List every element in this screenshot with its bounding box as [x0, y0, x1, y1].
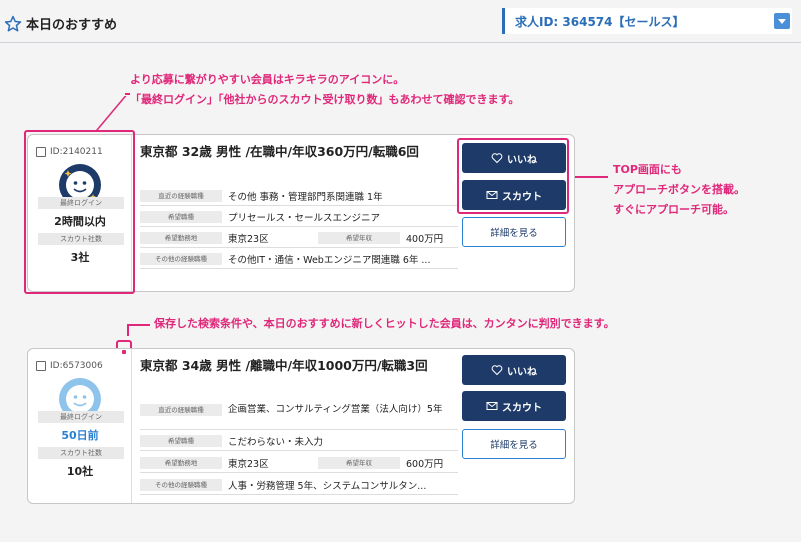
detail-value: 600万円 [406, 459, 444, 470]
scout-count-value: 10社 [66, 465, 94, 478]
page-title-text: 本日のおすすめ [26, 18, 118, 33]
scout-button-label: スカウト [502, 402, 542, 414]
detail-row: 希望職種 プリセールス・セールスエンジニア [140, 208, 458, 227]
detail-label: 希望勤務地 [140, 457, 222, 469]
detail-label: 希望年収 [318, 457, 400, 469]
annotation-connector [96, 96, 127, 130]
new-marker [122, 350, 126, 354]
detail-row: 希望勤務地 東京23区 希望年収 600万円 [140, 454, 458, 473]
star-icon[interactable] [4, 15, 22, 33]
scout-count-label: スカウト社数 [38, 447, 124, 459]
detail-value: 企画営業、コンサルティング営業（法人向け）5年 [228, 404, 443, 415]
annotation-right-line1: TOP画面にも [613, 163, 682, 176]
annotation-right-line3: すぐにアプローチ可能。 [613, 203, 734, 216]
detail-label: その他の経験職種 [140, 253, 222, 265]
last-login-value: 50日前 [61, 429, 99, 442]
annotation-top-line2: 「最終ログイン」「他社からのスカウト受け取り数」もあわせて確認できます。 [130, 93, 520, 106]
detail-button[interactable]: 詳細を見る [462, 429, 566, 459]
candidate-summary: ID:6573006 最終ログイン 50日前 スカウト社数 10社 [28, 349, 132, 503]
detail-value: 東京23区 [228, 234, 269, 245]
candidate-title[interactable]: 東京都 34歳 男性 /離職中/年収1000万円/転職3回 [140, 355, 454, 376]
like-button-label: いいね [507, 366, 537, 378]
heart-icon [491, 365, 503, 376]
header-divider [0, 42, 801, 43]
detail-label: 希望勤務地 [140, 232, 222, 244]
job-select-label: 求人ID: 364574【セールス】 [515, 14, 685, 29]
job-select[interactable]: 求人ID: 364574【セールス】 [502, 8, 792, 34]
annotation-right: TOP画面にも アプローチボタンを搭載。 すぐにアプローチ可能。 [613, 160, 745, 220]
like-button[interactable]: いいね [462, 355, 566, 385]
detail-row: 直近の経験職種 その他 事務・管理部門系関連職 1年 [140, 187, 458, 206]
detail-value: その他IT・通信・Webエンジニア関連職 6年 ... [228, 255, 431, 266]
candidate-title[interactable]: 東京都 32歳 男性 /在職中/年収360万円/転職6回 [140, 141, 454, 162]
annotation-top: より応募に繋がりやすい会員はキラキラのアイコンに。 「最終ログイン」「他社からの… [130, 70, 519, 110]
annotation-connector [128, 324, 150, 326]
last-login-label: 最終ログイン [38, 411, 124, 423]
detail-row: その他の経験職種 その他IT・通信・Webエンジニア関連職 6年 ... [140, 250, 458, 269]
annotation-top-line1: より応募に繋がりやすい会員はキラキラのアイコンに。 [130, 73, 405, 86]
detail-row: その他の経験職種 人事・労務管理 5年、システムコンサルタン... [140, 476, 458, 495]
annotation-connector [127, 324, 129, 336]
annotation-right-line2: アプローチボタンを搭載。 [613, 183, 745, 196]
chevron-down-icon[interactable] [774, 13, 790, 29]
scout-button[interactable]: スカウト [462, 391, 566, 421]
summary-highlight [24, 130, 135, 294]
detail-label: 直近の経験職種 [140, 190, 222, 202]
mail-icon [486, 402, 498, 410]
detail-row: 直近の経験職種 企画営業、コンサルティング営業（法人向け）5年 [140, 401, 458, 430]
detail-label: 希望職種 [140, 435, 222, 447]
detail-value: 東京23区 [228, 459, 269, 470]
detail-row: 希望職種 こだわらない・未入力 [140, 432, 458, 451]
detail-button[interactable]: 詳細を見る [462, 217, 566, 247]
candidate-id-row: ID:6573006 [36, 361, 103, 371]
detail-value: 400万円 [406, 234, 444, 245]
annotation-connector [125, 93, 130, 95]
detail-value: プリセールス・セールスエンジニア [228, 213, 381, 224]
page-title: 本日のおすすめ [4, 14, 117, 33]
annotation-middle: 保存した検索条件や、本日のおすすめに新しくヒットした会員は、カンタンに判別できま… [154, 317, 615, 330]
detail-label: 直近の経験職種 [140, 404, 222, 416]
candidate-id: ID:6573006 [50, 361, 103, 371]
detail-value: こだわらない・未入力 [228, 437, 324, 448]
candidate-card: ID:6573006 最終ログイン 50日前 スカウト社数 10社 東京都 34… [27, 348, 575, 504]
action-buttons-highlight [457, 138, 569, 214]
select-checkbox[interactable] [36, 361, 46, 371]
detail-value: 人事・労務管理 5年、システムコンサルタン... [228, 481, 427, 492]
detail-value: その他 事務・管理部門系関連職 1年 [228, 192, 383, 203]
detail-label: 希望職種 [140, 211, 222, 223]
detail-label: 希望年収 [318, 232, 400, 244]
detail-row: 希望勤務地 東京23区 希望年収 400万円 [140, 229, 458, 248]
detail-label: その他の経験職種 [140, 479, 222, 491]
